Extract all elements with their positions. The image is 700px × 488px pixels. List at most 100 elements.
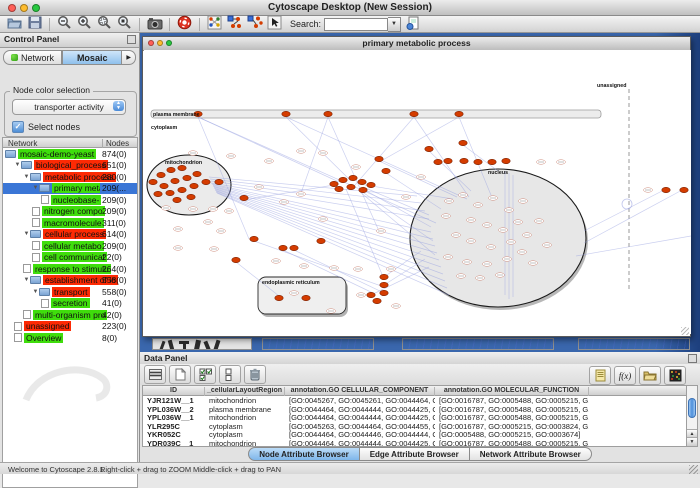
table-row[interactable]: YJR121W__1mitochondrion[GO:0045267, GO:0… — [143, 396, 687, 405]
tree-node-count: 8(0) — [100, 333, 117, 343]
apply-layout-icon-2[interactable] — [246, 17, 263, 32]
tree-row-nitrogen-compo[interactable]: nitrogen compo209(0) — [3, 206, 137, 218]
tree-row-transport[interactable]: ▼transport558(0) — [3, 286, 137, 298]
tab-network[interactable]: Network — [3, 50, 62, 65]
table-column-header[interactable]: annotation.GO CELLULAR_COMPONENT — [285, 387, 435, 396]
table-cell: [GO:0016787, GO:0005488, GO:0005215, G..… — [435, 439, 589, 448]
help-button[interactable] — [176, 17, 193, 32]
zoom-selected-button[interactable] — [116, 17, 133, 32]
layout-nodes-alt-icon — [247, 15, 263, 33]
tree-row-biological-process[interactable]: ▼biological_process651(0) — [3, 160, 137, 172]
expand-triangle-icon[interactable]: ▼ — [23, 231, 30, 237]
table-row[interactable]: YDR039C__1mitochondrion[GO:0044464, GO:0… — [143, 439, 687, 448]
tree-node-count: 264(0) — [100, 264, 127, 274]
tree-row-overview[interactable]: Overview8(0) — [3, 332, 137, 344]
tree-row-secretion[interactable]: secretion41(0) — [3, 298, 137, 310]
tree-row-multi-organism-pro[interactable]: multi-organism pro42(0) — [3, 309, 137, 321]
fx-icon: f(x) — [619, 371, 632, 381]
annotation-button[interactable] — [266, 17, 283, 32]
table-row[interactable]: YLR295Ccytoplasm[GO:0045263, GO:0044464,… — [143, 422, 687, 431]
attribute-matrix-button[interactable] — [664, 366, 686, 385]
tree-row-macromolecule[interactable]: macromolecule311(0) — [3, 217, 137, 229]
table-cell: [GO:0044464, GO:0044444, GO:0044425, G..… — [285, 439, 435, 448]
apply-layout-icon-1[interactable] — [226, 17, 243, 32]
select-nodes-checkbox[interactable]: ✓ — [12, 121, 24, 133]
edge — [584, 189, 666, 231]
tree-row-unassigned[interactable]: unassigned223(0) — [3, 321, 137, 333]
background-window-fragment[interactable] — [578, 338, 690, 350]
tree-row-metabolic-process[interactable]: ▼metabolic process280(0) — [3, 171, 137, 183]
table-row[interactable]: YPL036W__2plasma membrane[GO:0044464, GO… — [143, 405, 687, 414]
search-dropdown-arrow-icon[interactable]: ▼ — [388, 17, 401, 32]
load-attributes-button[interactable] — [639, 366, 661, 385]
scrollbar-thumb[interactable] — [688, 398, 696, 418]
tab-node-attribute-browser[interactable]: Node Attribute Browser — [248, 447, 360, 461]
create-network-button[interactable] — [206, 17, 223, 32]
tree-row-cellular-metabo[interactable]: cellular metabo209(0) — [3, 240, 137, 252]
network-canvas[interactable]: plasma membranecytoplasmmitochondrionnuc… — [144, 50, 691, 334]
expand-triangle-icon[interactable]: ▼ — [14, 162, 21, 168]
unselect-attributes-button[interactable] — [219, 365, 241, 384]
selected-gene-node — [455, 111, 463, 116]
table-scrollbar[interactable]: ▲ ▼ — [686, 385, 698, 447]
snapshot-button[interactable] — [146, 17, 163, 32]
tree-row-mosaic-demo-yeast[interactable]: mosaic-demo-yeast874(0) — [3, 148, 137, 160]
attribute-table-header[interactable]: ID_cellularLayoutRegionannotation.GO CEL… — [142, 385, 688, 396]
selected-gene-node — [680, 187, 688, 192]
table-row[interactable]: YKR052Ccytoplasm[GO:0044464, GO:0044446,… — [143, 430, 687, 439]
node-color-dropdown[interactable]: transporter activity ▲▼ — [12, 99, 126, 115]
network-window-titlebar[interactable]: primary metabolic process — [143, 37, 690, 51]
tab-network-attribute-browser[interactable]: Network Attribute Browser — [470, 447, 592, 461]
selected-gene-node — [382, 168, 390, 173]
new-attribute-button[interactable] — [169, 365, 191, 384]
expand-triangle-icon[interactable]: ▼ — [23, 174, 30, 180]
region-label-cytoplasm: cytoplasm — [151, 125, 177, 131]
expand-triangle-icon[interactable]: ▼ — [32, 289, 39, 295]
background-window-fragment[interactable] — [152, 338, 252, 350]
tree-row-cellular-process[interactable]: ▼cellular process614(0) — [3, 229, 137, 241]
tree-row-nucleobase-[interactable]: nucleobase-209(0) — [3, 194, 137, 206]
file-icon — [14, 322, 22, 331]
control-panel-header[interactable]: Control Panel — [0, 33, 139, 48]
import-attributes-button[interactable] — [589, 366, 611, 385]
table-column-header[interactable]: ID — [143, 387, 205, 396]
tab-overflow-arrow[interactable]: ▶ — [122, 50, 136, 65]
table-row[interactable]: YPL036W__1mitochondrion[GO:0044464, GO:0… — [143, 413, 687, 422]
table-column-header[interactable]: annotation.GO MOLECULAR_FUNCTION — [435, 387, 589, 396]
tab-edge-attribute-browser[interactable]: Edge Attribute Browser — [360, 447, 470, 461]
edge — [328, 117, 379, 231]
tree-row-establishment-of-lo[interactable]: ▼establishment of lo558(0) — [3, 275, 137, 287]
import-session-button[interactable] — [404, 17, 421, 32]
open-file-button[interactable] — [6, 17, 23, 32]
scroll-down-icon[interactable]: ▼ — [687, 437, 697, 446]
background-window-fragment[interactable] — [262, 338, 374, 350]
zoom-fit-button[interactable] — [96, 17, 113, 32]
zoom-out-button[interactable] — [56, 17, 73, 32]
network-tree-header[interactable]: Network Nodes — [2, 137, 138, 148]
tree-label: macromolecule — [42, 218, 104, 228]
zoom-in-button[interactable] — [76, 17, 93, 32]
window-resize-grip[interactable] — [689, 465, 698, 474]
float-panel-icon[interactable] — [688, 354, 697, 363]
network-tree: mosaic-demo-yeast874(0)▼biological_proce… — [2, 148, 138, 488]
background-window-fragment[interactable] — [402, 338, 554, 350]
expand-triangle-icon[interactable]: ▼ — [32, 185, 39, 191]
table-cell: mitochondrion — [205, 439, 285, 448]
expand-triangle-icon[interactable]: ▼ — [23, 277, 30, 283]
attribute-columns-button[interactable] — [144, 365, 166, 384]
float-panel-icon[interactable] — [127, 35, 136, 44]
tree-row-primary-metabo[interactable]: ▼primary metabo209(... — [3, 183, 137, 195]
select-attributes-button[interactable] — [194, 365, 216, 384]
save-session-button[interactable] — [26, 17, 43, 32]
tree-row-cell-communicat[interactable]: cell communicat22(0) — [3, 252, 137, 264]
zoom-in-icon — [77, 15, 92, 33]
selected-gene-node — [173, 197, 181, 202]
tab-mosaic[interactable]: Mosaic — [62, 50, 122, 65]
window-resize-grip[interactable] — [681, 327, 689, 335]
window-titlebar[interactable]: Cytoscape Desktop (New Session) — [0, 0, 700, 16]
search-input[interactable] — [324, 18, 388, 31]
table-column-header[interactable]: _cellularLayoutRegion — [205, 387, 285, 396]
tree-row-response-to-stimulu[interactable]: response to stimulu264(0) — [3, 263, 137, 275]
delete-attribute-button[interactable] — [244, 365, 266, 384]
function-builder-button[interactable]: f(x) — [614, 366, 636, 385]
